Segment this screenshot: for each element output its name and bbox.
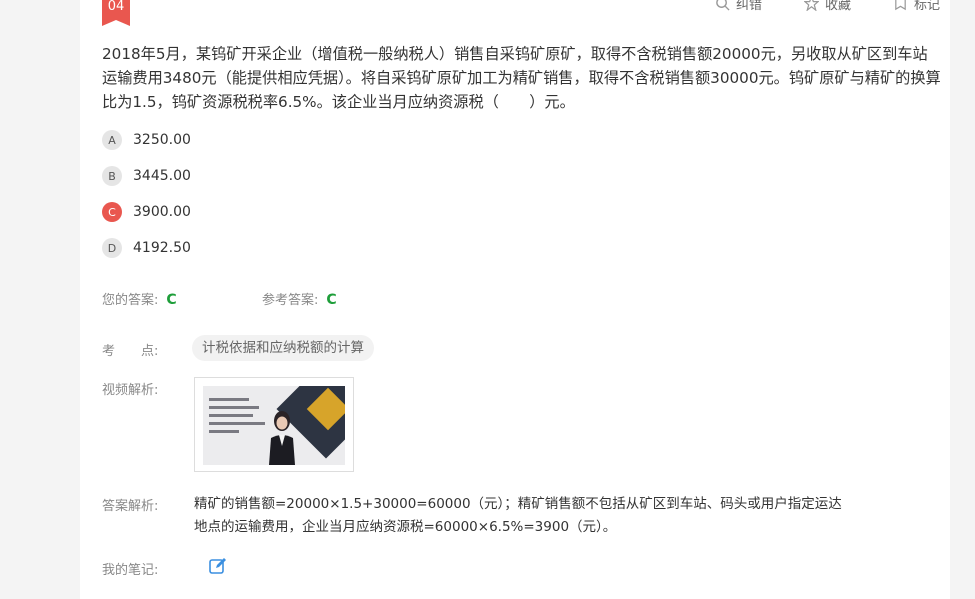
option-letter: B bbox=[102, 166, 122, 186]
presenter-figure bbox=[269, 411, 295, 465]
option-text: 3900.00 bbox=[133, 204, 191, 220]
option-text: 4192.50 bbox=[133, 240, 191, 256]
question-text: 2018年5月，某钨矿开采企业（增值税一般纳税人）销售自采钨矿原矿，取得不含税销… bbox=[102, 45, 941, 111]
answer-analysis-text: 精矿的销售额=20000×1.5+30000=60000（元）；精矿销售额不包括… bbox=[194, 493, 874, 539]
option-letter: A bbox=[102, 130, 122, 150]
question-card: 04 纠错 收藏 标记 2018年5月，某钨矿开采企业（增值税一般纳税人）销售自… bbox=[80, 0, 950, 599]
star-icon bbox=[803, 0, 819, 11]
reference-answer-value: C bbox=[326, 292, 337, 308]
answer-analysis-label: 答案解析: bbox=[102, 499, 159, 514]
report-error-label: 纠错 bbox=[735, 0, 762, 13]
reference-answer-row: 参考答案: C bbox=[262, 289, 337, 308]
favorite-label: 收藏 bbox=[824, 0, 851, 13]
option-text: 3445.00 bbox=[133, 168, 191, 184]
option-c[interactable]: C 3900.00 bbox=[102, 194, 191, 230]
search-icon bbox=[716, 0, 730, 11]
option-list: A 3250.00 B 3445.00 C 3900.00 D 4192.50 bbox=[102, 122, 191, 266]
option-b[interactable]: B 3445.00 bbox=[102, 158, 191, 194]
reference-answer-label: 参考答案: bbox=[262, 293, 319, 308]
analysis-line: 地点的运输费用，企业当月应纳资源税=60000×6.5%=3900（元）。 bbox=[194, 519, 617, 535]
question-number-badge: 04 bbox=[102, 0, 130, 26]
bookmark-icon bbox=[895, 0, 906, 11]
analysis-line: 精矿的销售额=20000×1.5+30000=60000（元）；精矿销售额不包括… bbox=[194, 496, 842, 512]
question-toolbar: 纠错 收藏 标记 bbox=[673, 0, 940, 13]
video-thumbnail[interactable] bbox=[194, 377, 354, 472]
video-analysis-label: 视频解析: bbox=[102, 383, 159, 398]
favorite-button[interactable]: 收藏 bbox=[803, 0, 851, 13]
knowledge-point-label: 考 点: bbox=[102, 344, 159, 359]
option-a[interactable]: A 3250.00 bbox=[102, 122, 191, 158]
edit-note-icon[interactable] bbox=[208, 556, 228, 576]
your-answer-label: 您的答案: bbox=[102, 293, 159, 308]
my-notes-label: 我的笔记: bbox=[102, 563, 159, 578]
mark-button[interactable]: 标记 bbox=[893, 0, 940, 13]
option-d[interactable]: D 4192.50 bbox=[102, 230, 191, 266]
option-text: 3250.00 bbox=[133, 132, 191, 148]
your-answer-row: 您的答案: C bbox=[102, 289, 177, 308]
option-letter: D bbox=[102, 238, 122, 258]
mark-label: 标记 bbox=[913, 0, 940, 13]
your-answer-value: C bbox=[166, 292, 177, 308]
knowledge-point-tag[interactable]: 计税依据和应纳税额的计算 bbox=[192, 335, 374, 361]
video-frame bbox=[203, 386, 345, 465]
report-error-button[interactable]: 纠错 bbox=[715, 0, 762, 13]
video-slide-text bbox=[209, 398, 265, 438]
option-letter-selected: C bbox=[102, 202, 122, 222]
